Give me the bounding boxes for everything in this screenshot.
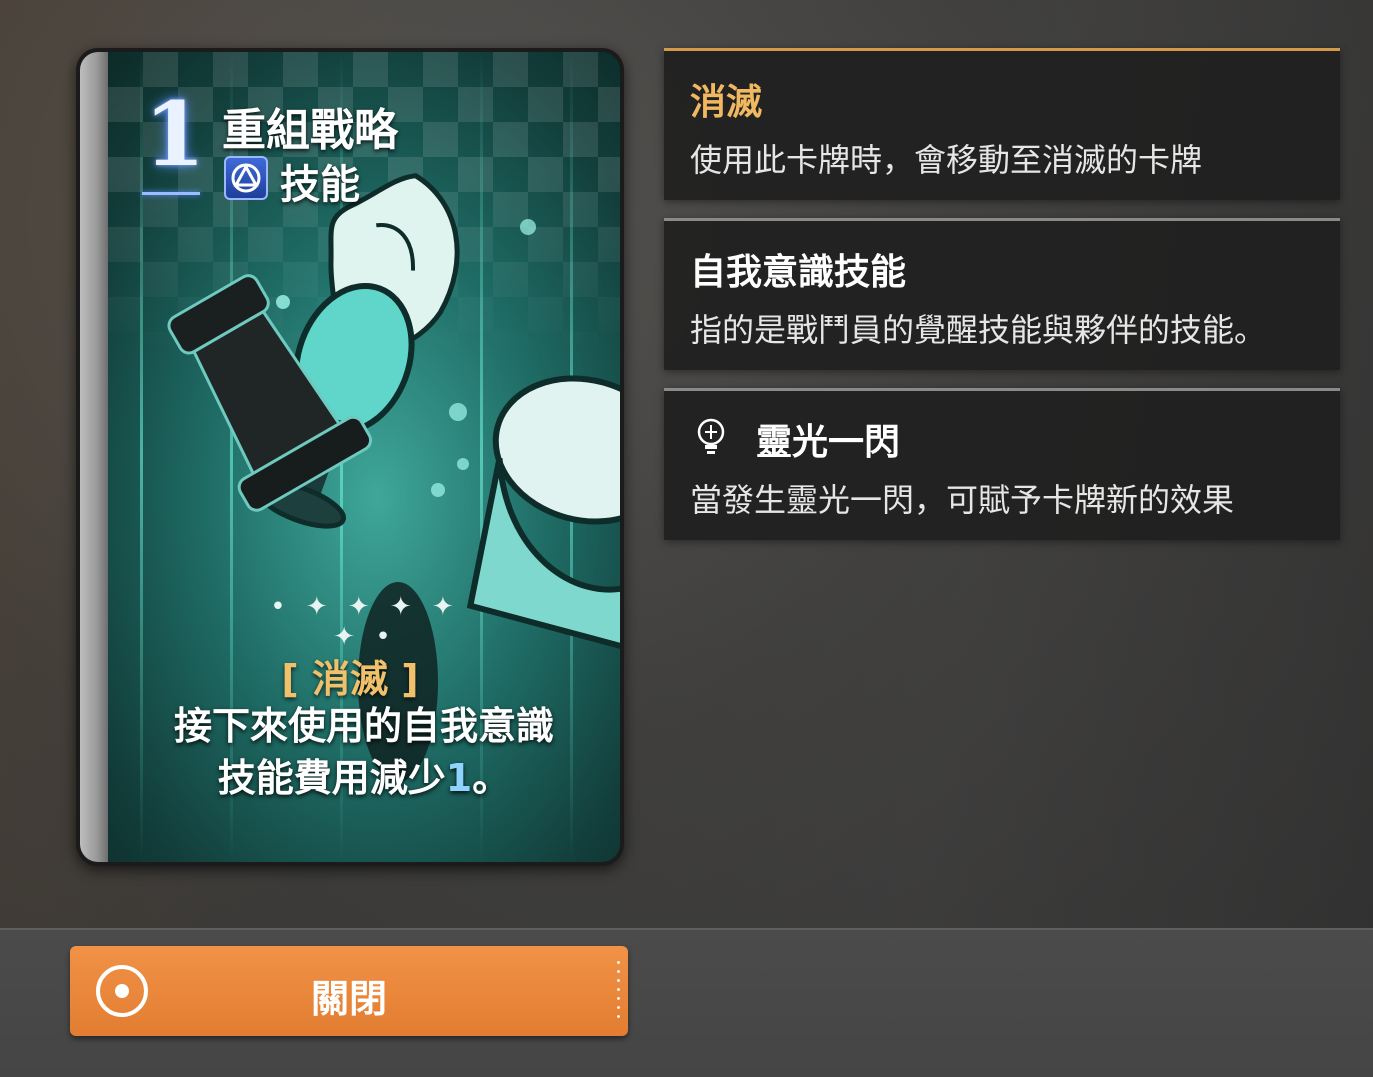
keyword-description: 指的是戰鬥員的覺醒技能與夥伴的技能。 xyxy=(690,311,1267,349)
card-side-rail xyxy=(80,52,108,862)
card-face: 1 重組戰略 技能 • ✦ ✦ ✦ ✦ ✦ • [ 消滅 ] 接下來使用的自我意… xyxy=(80,52,620,862)
keyword-panel-ego-skill: 自我意識技能 指的是戰鬥員的覺醒技能與夥伴的技能。 xyxy=(664,218,1340,370)
keyword-panel-epiphany: 靈光一閃 當發生靈光一閃，可賦予卡牌新的效果 xyxy=(664,388,1340,540)
lightbulb-icon xyxy=(697,418,725,454)
description-suffix: 。 xyxy=(472,756,511,800)
card-effect-tag: [ 消滅 ] xyxy=(281,657,419,701)
card-type: 技能 xyxy=(280,162,360,208)
keyword-title: 靈光一閃 xyxy=(756,422,901,463)
description-text: 技能費用減少 xyxy=(217,756,446,800)
keyword-panel-exhaust: 消滅 使用此卡牌時，會移動至消滅的卡牌 xyxy=(664,48,1340,200)
cost-underline xyxy=(142,192,200,195)
card-description-line2: 技能費用減少1。 xyxy=(108,752,620,804)
card-detail: 1 重組戰略 技能 • ✦ ✦ ✦ ✦ ✦ • [ 消滅 ] 接下來使用的自我意… xyxy=(76,48,624,866)
keyword-description: 使用此卡牌時，會移動至消滅的卡牌 xyxy=(690,141,1203,179)
keyword-title: 自我意識技能 xyxy=(690,252,907,293)
sparkle-divider-icon: • ✦ ✦ ✦ ✦ ✦ • xyxy=(270,592,460,652)
skill-type-icon xyxy=(224,156,268,200)
card-cost: 1 xyxy=(144,82,206,186)
keyword-title: 消滅 xyxy=(690,82,763,123)
description-number: 1 xyxy=(445,756,473,800)
close-button-label: 關閉 xyxy=(310,977,387,1021)
keyword-description: 當發生靈光一閃，可賦予卡牌新的效果 xyxy=(690,481,1235,519)
button-edge-dots xyxy=(617,958,620,1024)
card-description-line1: 接下來使用的自我意識 xyxy=(173,704,554,748)
close-button[interactable]: 關閉 xyxy=(70,946,628,1036)
card-description: 接下來使用的自我意識 技能費用減少1。 xyxy=(108,700,620,804)
card-title: 重組戰略 xyxy=(222,105,398,156)
